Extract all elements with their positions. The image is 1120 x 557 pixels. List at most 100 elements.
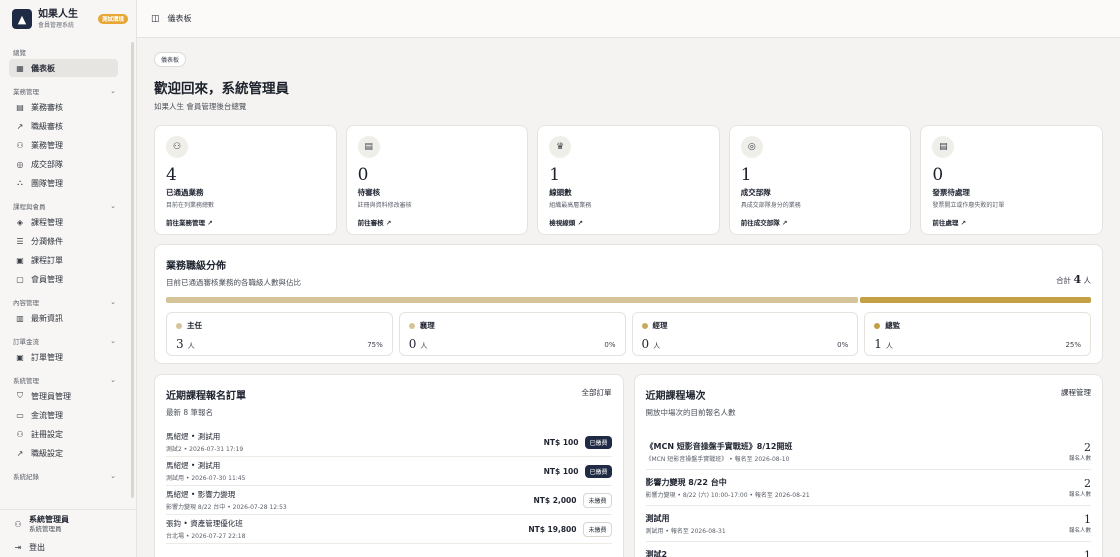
stat-link[interactable]: 前往業務管理 ↗ [166,217,325,227]
level-color-dot [874,322,881,329]
stat-label: 已通過業務 [166,188,204,197]
stat-link[interactable]: 檢視線頭 ↗ [549,217,708,227]
level-count: 0人 [409,337,616,351]
registration-unit: 報名人數 [1068,528,1091,534]
level-name: 主任 [176,320,383,331]
level-color-dot [408,322,415,329]
level-count-value: 3 [176,337,184,351]
order-info: 馬紹熤 • 測試用 測試用 • 2026-07-30 11:45 [166,460,245,482]
session-info: 測試用 測試用 • 報名至 2026-08-31 [646,513,726,535]
list-item[interactable]: 測試用 測試用 • 報名至 2026-08-31 1 報名人數 [645,506,1091,542]
table-row[interactable]: 馬紹熤 • 影響力變現 影響力變現 8/22 台中 • 2026-07-28 12… [166,486,612,515]
session-name: 影響力變現 8/22 台中 [645,477,727,487]
sidebar-item[interactable]: ▥ 最新資訊 [9,309,118,327]
sidebar-item[interactable]: ⚇ 註冊設定 [9,425,118,443]
sidebar-item[interactable]: ↗ 職級設定 [9,444,118,462]
sidebar-section-title: 系統管理 [13,377,39,385]
sidebar-section-header[interactable]: 系統管理 ⌄ [0,374,128,386]
clipboard-icon: ▤ [357,136,380,158]
sidebar-item[interactable]: ☰ 分潤條件 [9,232,118,250]
grid-icon: ▦ [16,63,24,73]
bottom-panels: 近期課程報名訂單 最新 8 筆報名 全部訂單 馬紹熤 • 測試用 測試2 • 20… [154,374,1103,557]
sidebar-footer: ⚇ 系統管理員 系統管理員 ⇥ 登出 [0,509,136,557]
level-count-unit: 人 [653,342,661,350]
chevron-down-icon: ⌄ [110,376,116,384]
level-name-text: 經理 [652,321,668,330]
status-badge: 未繳費 [583,521,612,537]
sidebar-section-header[interactable]: 業務管理 ⌄ [0,85,128,97]
table-row[interactable]: 馬紹熤 • 測試用 測試用 • 2026-07-30 11:45 NT$ 100 已繳… [166,457,612,486]
user-card-icon: ▢ [16,274,24,284]
order-member-course: 馬紹熤 • 測試用 [166,461,221,470]
current-user[interactable]: ⚇ 系統管理員 系統管理員 [0,510,136,534]
sessions-list: 《MCN 短影音操盤手實戰班》8/12開班 《MCN 短影音操盤手實戰班》 • 報… [645,434,1092,557]
list-item[interactable]: 測試2測試用 • 報名至 2026-10-30 1報名人數 [646,542,1092,557]
sidebar-item[interactable]: ▢ 會員管理 [9,270,118,288]
stat-link[interactable]: 前往審核 ↗ [358,217,517,227]
sidebar-item[interactable]: ▤ 業務審核 [9,98,118,116]
session-name: 測試2 [645,549,668,557]
sidebar-item[interactable]: ▣ 課程訂單 [9,251,118,269]
list-item[interactable]: 影響力變現 8/22 台中 影響力變現 • 8/22 (六) 10:00-17:0… [645,470,1091,506]
chevron-down-icon: ⌄ [110,87,116,95]
sidebar-item[interactable]: ◈ 課程管理 [9,213,118,231]
course-management-link[interactable]: 課程管理 [1061,387,1091,398]
main-area: ◫ 儀表板 儀表板 歡迎回來，系統管理員 如果人生 會員管理後台總覽 ⚇ 4 已通過… [137,0,1120,557]
session-detail: 《MCN 短影音操盤手實戰班》 • 報名至 2026-08-10 [645,455,790,463]
level-percentage: 0% [837,341,849,349]
sidebar-section-header[interactable]: 內容管理 ⌄ [0,296,128,308]
sidebar-toggle-icon[interactable]: ◫ [151,14,160,24]
brand[interactable]: ▲ 如果人生 會員管理系統 測試環境 [0,0,136,38]
sidebar-scrollbar[interactable] [131,42,134,498]
users-icon: ⚇ [16,140,24,150]
sidebar-item[interactable]: ⚇ 業務管理 [9,136,118,154]
stat-card: ◎ 1 成交部隊 具成交部隊身分的業務 前往成交部隊 ↗ [728,125,912,235]
receipt-icon: ▣ [16,255,24,265]
stat-label: 待審核 [357,188,381,197]
sidebar-item[interactable]: ↗ 職級審核 [9,117,118,135]
order-amount: NT$ 19,800 [528,524,577,534]
stat-cards: ⚇ 4 已通過業務 目前在列業務總數 前往業務管理 ↗ ▤ 0 待審核 註冊與資料修改審核 前往審… [154,125,1103,235]
sidebar-section-header[interactable]: 訂單金流 ⌄ [0,335,128,347]
sidebar-item[interactable]: ▭ 金流管理 [9,406,118,424]
receipt-icon: ▤ [932,136,955,158]
all-orders-link[interactable]: 全部訂單 [582,387,612,398]
sidebar-item[interactable]: ⛉ 管理員管理 [9,387,118,405]
stat-link[interactable]: 前往成交部隊 ↗ [741,217,900,227]
sidebar-item[interactable]: ⛬ 團隊管理 [9,174,118,192]
users-icon: ⚇ [166,136,188,158]
sidebar-item[interactable]: ▦ 儀表板 [9,59,118,77]
sidebar-section-header[interactable]: 課程與會員 ⌄ [0,200,128,212]
stat-description: 具成交部隊身分的業務 [740,202,801,209]
session-name: 測試用 [645,513,670,523]
logout-button[interactable]: ⇥ 登出 [0,538,136,557]
breadcrumb: 儀表板 [167,14,192,23]
level-name-text: 襄理 [419,321,435,330]
sidebar-item[interactable]: ▣ 訂單管理 [9,348,118,366]
session-registrations: 1報名人數 [1069,549,1091,557]
sidebar-item-label: 儀表板 [31,63,55,73]
table-row[interactable]: 馬紹熤 • 測試用 測試2 • 2026-07-31 17:19 NT$ 100 已繳… [166,428,612,457]
sidebar-section-header[interactable]: 系統紀錄 ⌄ [0,470,128,482]
recent-sessions-panel: 近期課程場次 開放中場次的目前報名人數 課程管理 《MCN 短影音操盤手實戰班》… [633,374,1103,557]
brand-logo-icon: ▲ [12,9,32,29]
sidebar-section-title: 系統紀錄 [13,473,39,481]
stat-link[interactable]: 前往處理 ↗ [932,217,1091,227]
list-item[interactable]: 《MCN 短影音操盤手實戰班》8/12開班 《MCN 短影音操盤手實戰班》 • 報… [645,434,1091,470]
total-unit: 人 [1083,276,1092,285]
sidebar-item-label: 課程管理 [31,217,63,227]
total-value: 4 [1073,273,1082,286]
total-prefix: 合計 [1056,276,1072,285]
card-icon: ▭ [16,410,24,420]
stat-card: ⚇ 4 已通過業務 目前在列業務總數 前往業務管理 ↗ [154,125,337,235]
sidebar-item[interactable]: ◎ 成交部隊 [9,155,118,173]
table-row[interactable]: 張鈞 • 資產管理優化班 台北場 • 2026-07-27 22:18 NT$ 19… [166,515,612,544]
stat-value: 1 [549,165,561,185]
sidebar-section-title: 總覽 [13,49,26,57]
sidebar-section-header: 總覽 [0,46,128,58]
sessions-title: 近期課程場次 [645,391,706,402]
network-icon: ⛬ [17,178,23,187]
order-amount: NT$ 2,000 [533,495,577,505]
registration-count: 1 [1084,513,1091,526]
user-name: 系統管理員 [29,514,69,524]
